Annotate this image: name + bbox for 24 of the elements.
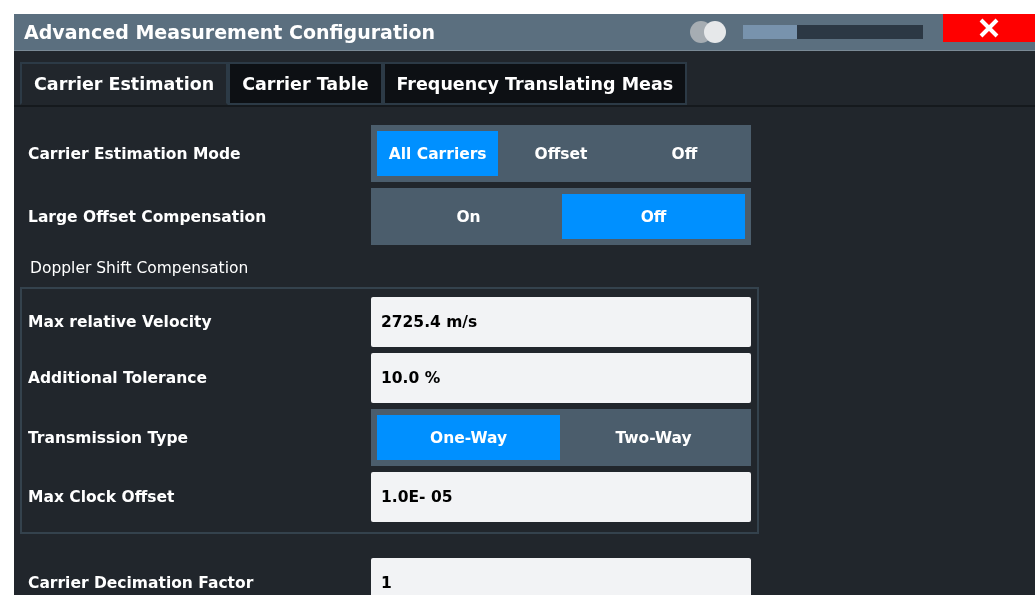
tab[interactable]: Frequency Translating Meas (382, 62, 688, 105)
transparency-slider[interactable] (743, 25, 923, 39)
option-button[interactable]: On (377, 194, 560, 239)
tab[interactable]: Carrier Table (228, 62, 383, 105)
setting-label: Large Offset Compensation (27, 207, 268, 226)
tab[interactable]: Carrier Estimation (20, 62, 229, 105)
close-button[interactable] (943, 14, 1035, 42)
window-title: Advanced Measurement Configuration (23, 21, 437, 43)
value-field[interactable]: 1.0E- 05 (371, 472, 751, 522)
option-button[interactable]: Off (623, 131, 745, 176)
setting-label: Additional Tolerance (27, 369, 208, 387)
setting-label: Max relative Velocity (27, 313, 213, 331)
setting-label: Carrier Decimation Factor (27, 574, 255, 592)
value-field[interactable]: 2725.4 m/s (371, 297, 751, 347)
setting-label: Max Clock Offset (27, 488, 176, 506)
overlapping-circles-icon[interactable] (689, 20, 729, 44)
close-icon (978, 17, 1000, 39)
option-button[interactable]: Two-Way (562, 415, 745, 460)
setting-label: Carrier Estimation Mode (27, 144, 242, 163)
setting-label: Transmission Type (27, 428, 189, 447)
value-field[interactable]: 1 (371, 558, 751, 595)
option-button[interactable]: Offset (500, 131, 622, 176)
group-title: Doppler Shift Compensation (29, 258, 250, 279)
value-field[interactable]: 10.0 % (371, 353, 751, 403)
